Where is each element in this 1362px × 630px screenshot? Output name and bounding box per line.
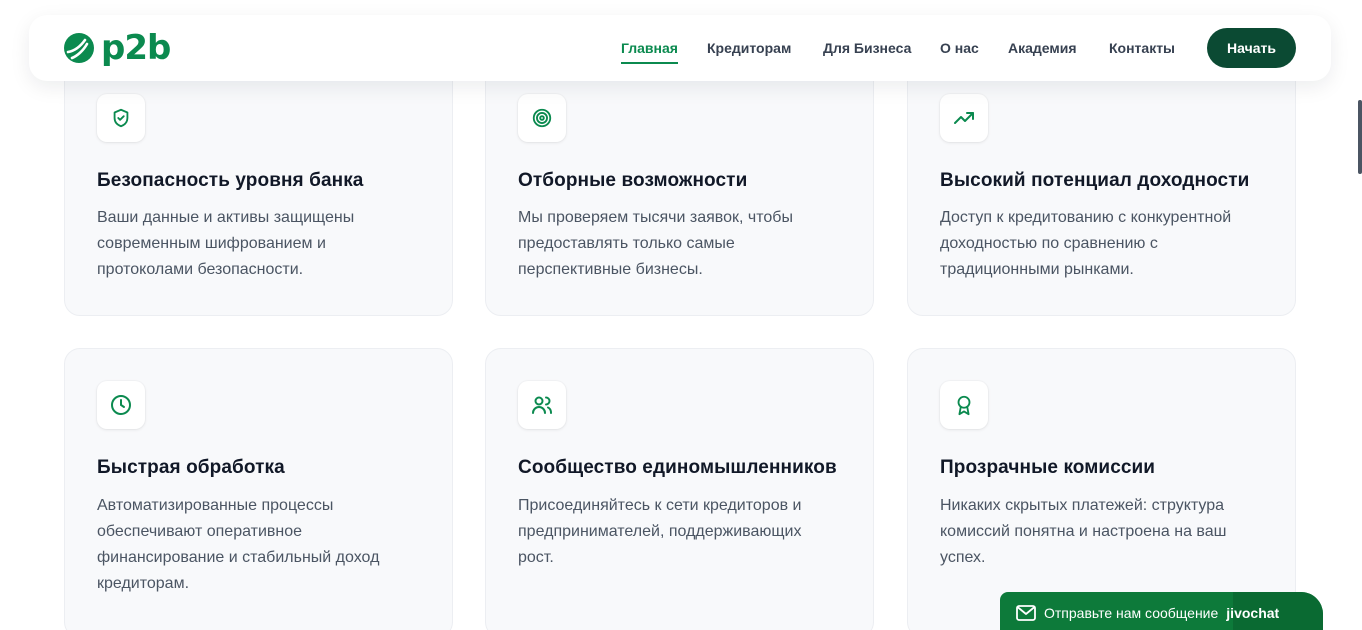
feature-title: Безопасность уровня банка — [97, 170, 364, 191]
nav-link-lenders[interactable]: Кредиторам — [707, 40, 791, 56]
nav-link-home[interactable]: Главная — [621, 40, 678, 64]
envelope-icon — [1016, 605, 1036, 621]
nav-link-label: О нас — [940, 40, 979, 56]
nav-link-label: Контакты — [1109, 40, 1176, 56]
scrollbar-thumb[interactable] — [1358, 100, 1362, 174]
chat-brand: jivochat — [1226, 605, 1280, 621]
feature-description: Автоматизированные процессы обеспечивают… — [97, 497, 380, 592]
feature-card-speed: Быстрая обработка Автоматизированные про… — [64, 348, 453, 630]
shield-check-icon — [97, 94, 145, 142]
users-icon — [518, 381, 566, 429]
feature-title: Сообщество единомышленников — [518, 457, 837, 478]
feature-card-community: Сообщество единомышленников Присоединяйт… — [485, 348, 874, 630]
feature-card-yield: Высокий потенциал доходности Доступ к кр… — [907, 40, 1296, 316]
feature-card-selection: Отборные возможности Мы проверяем тысячи… — [485, 40, 874, 316]
feature-title: Прозрачные комиссии — [940, 457, 1156, 478]
feature-description: Никаких скрытых платежей: структура коми… — [940, 497, 1227, 566]
trending-up-icon — [940, 94, 988, 142]
feature-description: Мы проверяем тысячи заявок, чтобы предос… — [518, 209, 793, 278]
nav-link-contacts[interactable]: Контакты — [1109, 40, 1175, 56]
feature-description: Присоединяйтесь к сети кредиторов и пред… — [518, 497, 802, 566]
nav-link-label: Кредиторам — [707, 40, 792, 56]
logo[interactable]: p2b — [63, 28, 171, 68]
nav-link-business[interactable]: Для Бизнеса — [823, 40, 911, 56]
feature-description: Ваши данные и активы защищены современны… — [97, 209, 355, 278]
feature-title: Быстрая обработка — [97, 457, 285, 478]
clock-icon — [97, 381, 145, 429]
feature-title: Отборные возможности — [518, 170, 748, 191]
chat-widget[interactable]: Отправьте нам сообщение jivochat — [1000, 592, 1323, 630]
chat-label: Отправьте нам сообщение — [1044, 605, 1219, 621]
nav-link-about[interactable]: О нас — [940, 40, 979, 56]
target-icon — [518, 94, 566, 142]
feature-title: Высокий потенциал доходности — [940, 170, 1250, 191]
feature-card-security: Безопасность уровня банка Ваши данные и … — [64, 40, 453, 316]
site-header: p2b Главная Кредиторам Для Бизнеса О нас… — [29, 15, 1331, 81]
nav-link-academy[interactable]: Академия — [1008, 40, 1077, 56]
leaf-logo-icon — [64, 33, 94, 63]
award-icon — [940, 381, 988, 429]
nav-link-label: Для Бизнеса — [823, 40, 912, 56]
nav-link-label: Академия — [1008, 40, 1077, 56]
feature-description: Доступ к кредитованию с конкурентной дох… — [940, 209, 1232, 278]
start-button[interactable]: Начать — [1207, 28, 1296, 68]
active-nav-indicator — [621, 62, 678, 64]
feature-card-fees: Прозрачные комиссии Никаких скрытых плат… — [907, 348, 1296, 630]
nav-link-label: Главная — [621, 40, 678, 56]
logo-text: p2b — [101, 28, 171, 68]
